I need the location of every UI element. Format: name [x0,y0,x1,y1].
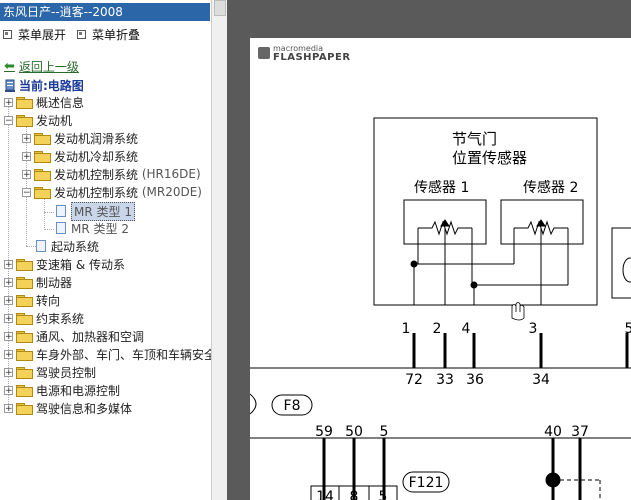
diagram-title-line2: 位置传感器 [452,149,527,167]
f121-label: F121 [409,475,444,491]
terminal-number: 40 [544,424,562,440]
terminal-number: 50 [345,424,363,440]
wire-number: 33 [436,372,454,388]
terminal-number: 5 [380,424,389,440]
paren-left [250,393,257,415]
partial-box [611,227,631,299]
pin-label: 5 [625,321,631,337]
pin-label: 2 [433,321,442,337]
wire-number: 34 [532,372,550,388]
f8-label: F8 [284,398,301,414]
diagram-title-line1: 节气门 [452,130,497,148]
wire-number: 72 [405,372,423,388]
sensor1-label: 传感器 1 [414,179,469,196]
pin-label: 3 [529,321,538,337]
connector-cell-label: 8 [350,489,359,500]
partial-shape [622,257,631,283]
connector-cell-label: 14 [316,489,334,500]
wiring-diagram: 节气门 位置传感器 传感器 1 传感器 2 1 2 4 3 5 72 33 36… [250,117,631,500]
sensor2-label: 传感器 2 [523,179,578,196]
wire-number: 36 [466,372,484,388]
connector-cell-label: 5 [379,489,388,500]
pin-label: 4 [462,321,471,337]
terminal-number: 37 [571,424,589,440]
pin-label: 1 [402,321,411,337]
hand-cursor-icon [511,302,525,321]
terminal-number: 59 [315,424,333,440]
